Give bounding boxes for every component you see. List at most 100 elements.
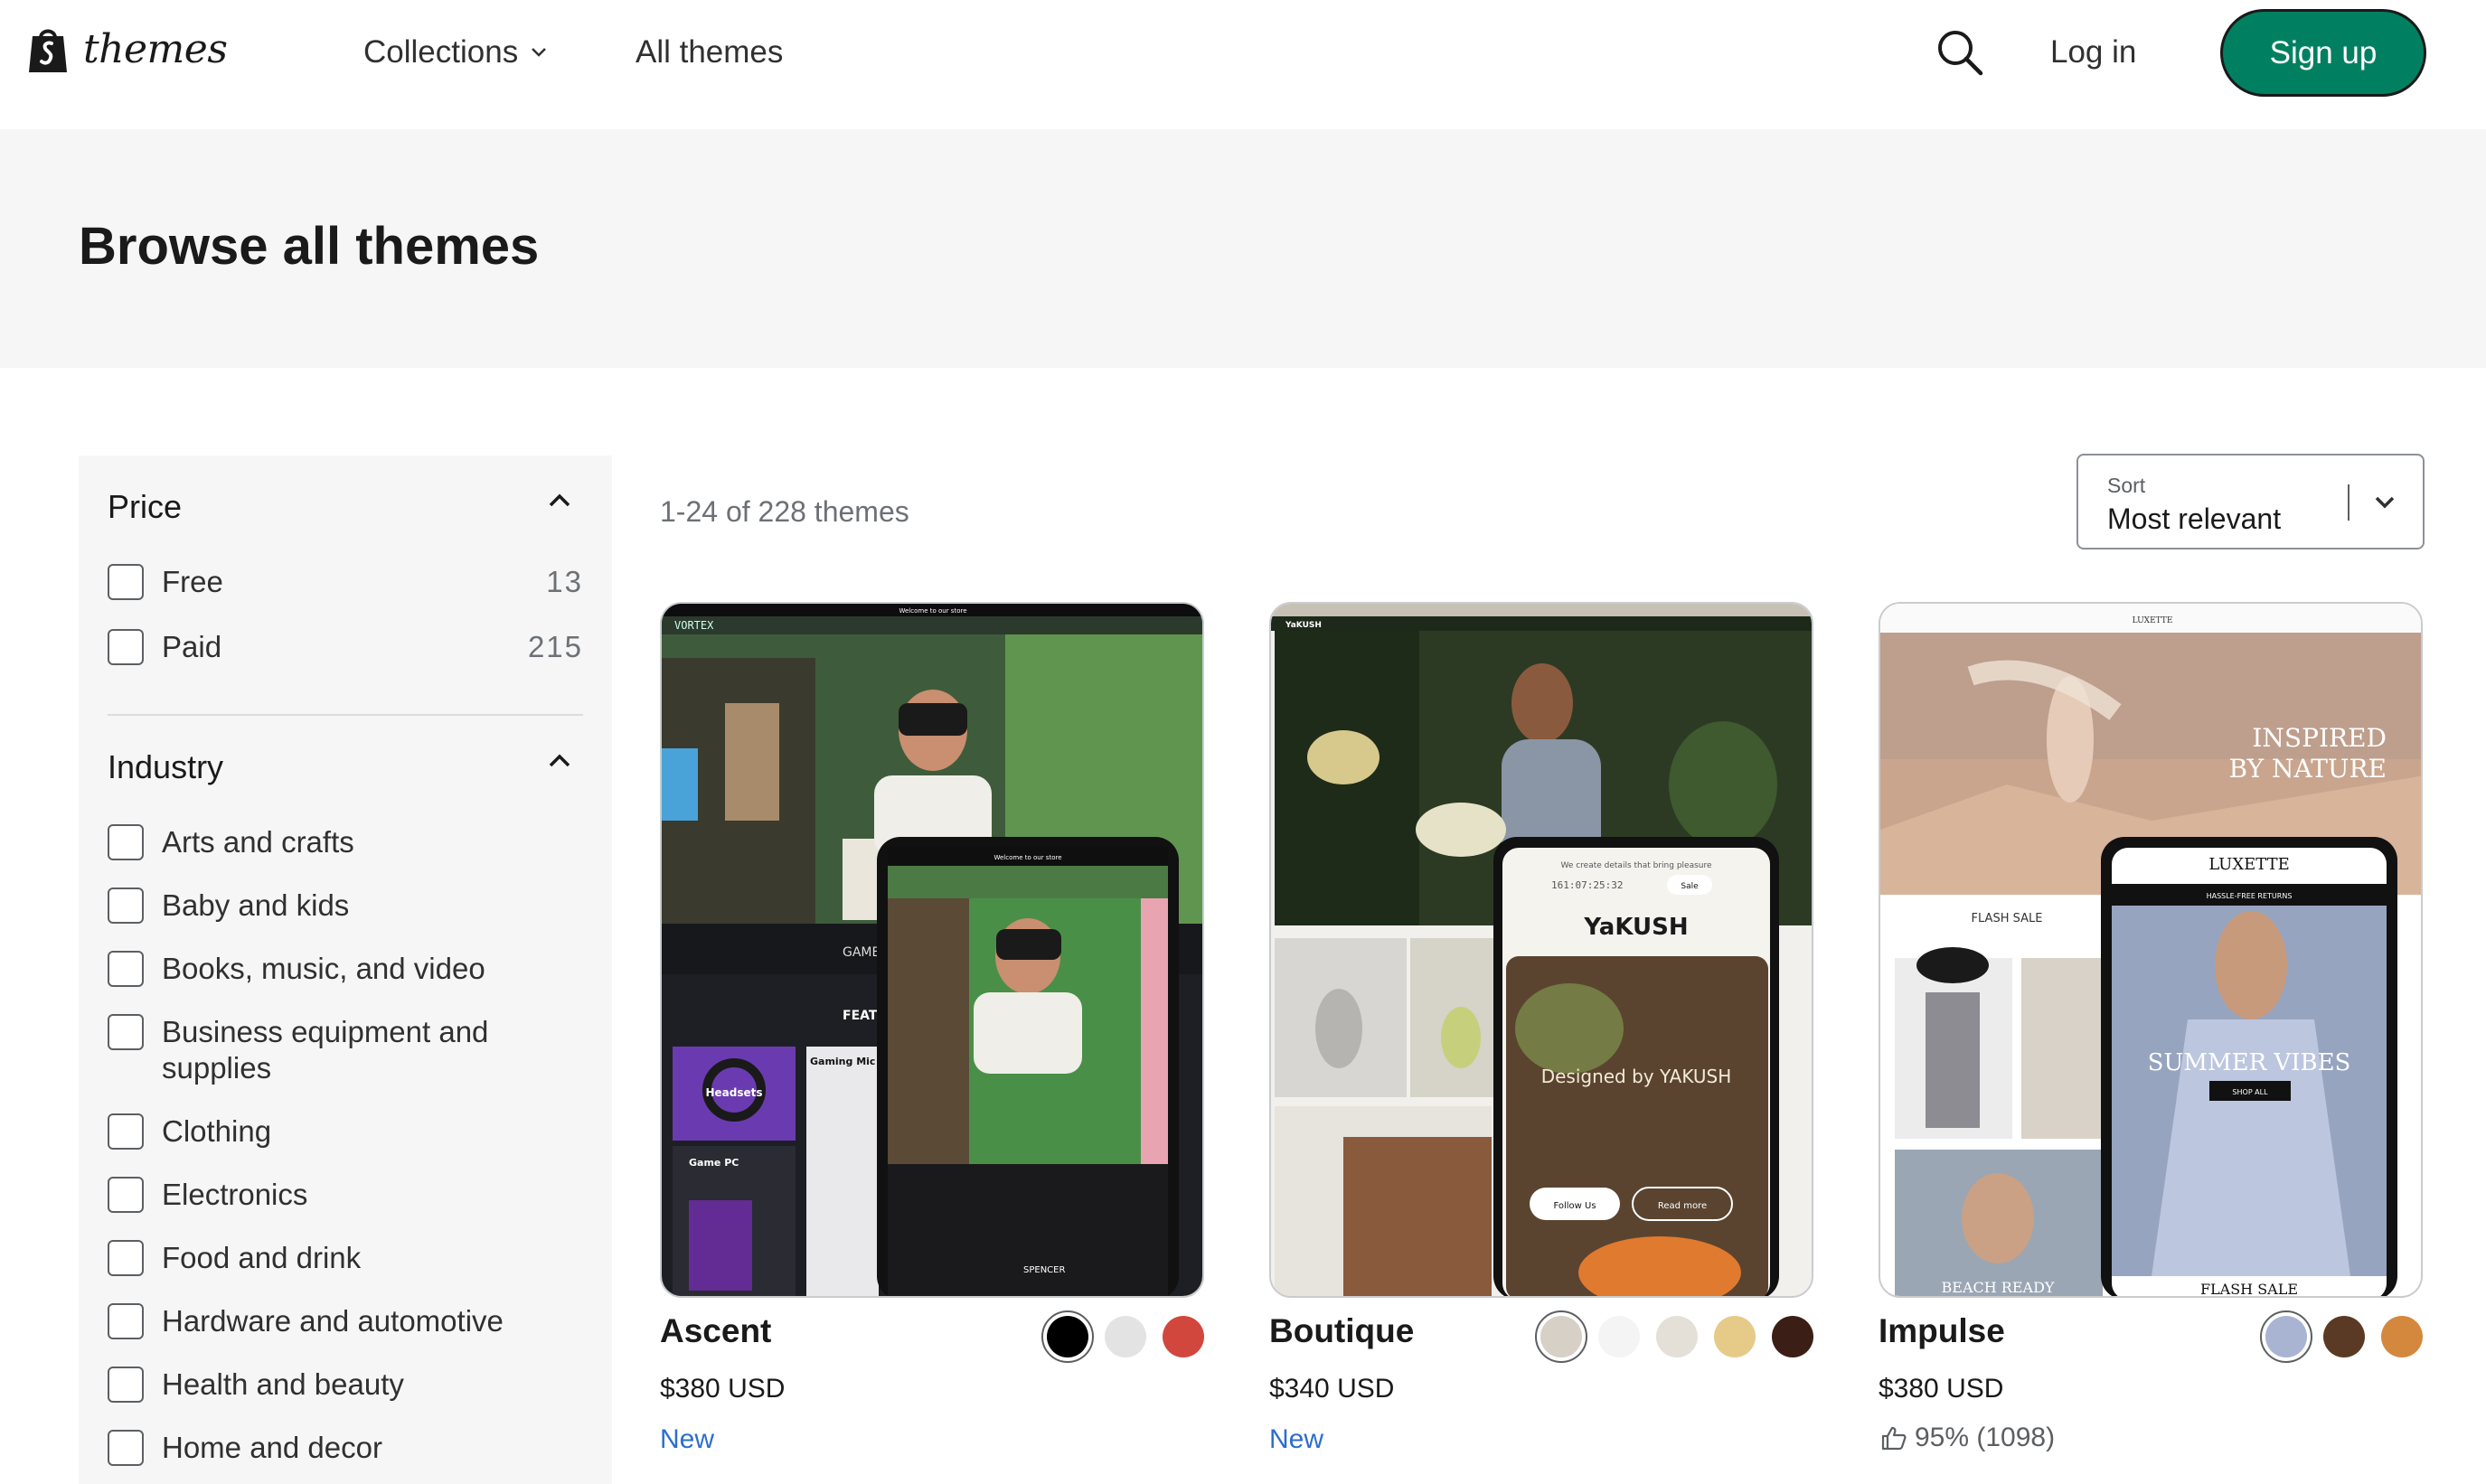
color-swatches bbox=[1041, 1310, 1204, 1363]
color-swatch[interactable] bbox=[2381, 1316, 2423, 1357]
chevron-up-icon[interactable] bbox=[548, 754, 571, 768]
preview-text: Read more bbox=[1658, 1201, 1707, 1211]
filter-option-clothing[interactable]: Clothing bbox=[108, 1113, 583, 1150]
filter-option-label: Food and drink bbox=[162, 1241, 362, 1274]
chevron-down-icon bbox=[2375, 496, 2395, 509]
color-swatch[interactable] bbox=[1772, 1316, 1813, 1357]
preview-text: Game PC bbox=[689, 1157, 739, 1169]
sort-select[interactable]: Sort Most relevant bbox=[2076, 454, 2425, 549]
filter-option-baby-and-kids[interactable]: Baby and kids bbox=[108, 888, 583, 924]
filter-option-label: Health and beauty bbox=[162, 1367, 404, 1401]
filter-option-label: Free bbox=[162, 565, 223, 598]
shopify-bag-icon bbox=[29, 29, 67, 72]
nav-all-themes-label: All themes bbox=[636, 34, 784, 70]
theme-rating: 95% (1098) bbox=[1880, 1423, 2055, 1453]
preview-text: HASSLE-FREE RETURNS bbox=[2207, 892, 2293, 900]
sort-separator bbox=[2348, 484, 2349, 521]
filter-option-paid[interactable]: Paid 215 bbox=[108, 629, 583, 665]
checkbox[interactable] bbox=[108, 1014, 144, 1050]
filter-option-arts-and-crafts[interactable]: Arts and crafts bbox=[108, 824, 583, 860]
filter-option-label: Electronics bbox=[162, 1178, 308, 1211]
preview-text: Headsets bbox=[705, 1086, 762, 1099]
theme-price: $380 USD bbox=[1879, 1374, 2004, 1404]
checkbox[interactable] bbox=[108, 1177, 144, 1213]
login-link[interactable]: Log in bbox=[2050, 34, 2136, 70]
checkbox[interactable] bbox=[108, 1367, 144, 1403]
theme-preview-image: YaKUSH We create details that bring plea… bbox=[1271, 604, 1812, 1296]
checkbox[interactable] bbox=[108, 1240, 144, 1276]
filter-option-books-music-video[interactable]: Books, music, and video bbox=[108, 951, 583, 987]
theme-preview[interactable]: LUXETTE INSPIRED BY NATURE FLASH SALE BE… bbox=[1879, 602, 2423, 1298]
search-icon[interactable] bbox=[1935, 27, 1985, 78]
filter-option-home-and-decor[interactable]: Home and decor bbox=[108, 1430, 583, 1466]
preview-text: FEAT bbox=[843, 1009, 878, 1023]
preview-text: Follow Us bbox=[1553, 1201, 1596, 1211]
filter-option-label: Books, music, and video bbox=[162, 952, 485, 985]
brand-name: themes bbox=[83, 25, 228, 72]
filter-option-hardware-and-automotive[interactable]: Hardware and automotive bbox=[108, 1303, 583, 1339]
color-swatch[interactable] bbox=[1105, 1316, 1146, 1357]
filter-option-health-and-beauty[interactable]: Health and beauty bbox=[108, 1367, 583, 1403]
color-swatch[interactable] bbox=[1041, 1310, 1094, 1363]
color-swatch[interactable] bbox=[1656, 1316, 1698, 1357]
checkbox[interactable] bbox=[108, 564, 144, 600]
filter-option-food-and-drink[interactable]: Food and drink bbox=[108, 1240, 583, 1276]
color-swatch[interactable] bbox=[1163, 1316, 1204, 1357]
color-swatch[interactable] bbox=[2323, 1316, 2365, 1357]
theme-preview-image: Welcome to our store VORTEX GAMERZ FEAT … bbox=[662, 604, 1202, 1296]
nav-collections[interactable]: Collections bbox=[363, 34, 547, 70]
new-badge: New bbox=[1269, 1424, 1324, 1454]
color-swatch[interactable] bbox=[1535, 1310, 1587, 1363]
theme-price: $380 USD bbox=[660, 1374, 786, 1404]
filter-sidebar: Price Free 13 Paid 215 Industry Arts and… bbox=[79, 456, 612, 1484]
color-swatches bbox=[1535, 1310, 1813, 1363]
preview-text: INSPIRED bbox=[2252, 723, 2387, 753]
sort-label: Sort bbox=[2107, 474, 2146, 497]
preview-text: Sale bbox=[1681, 882, 1699, 891]
theme-name[interactable]: Impulse bbox=[1879, 1312, 2005, 1350]
color-swatches bbox=[2260, 1310, 2423, 1363]
page-title: Browse all themes bbox=[79, 217, 540, 276]
checkbox[interactable] bbox=[108, 629, 144, 665]
filter-option-electronics[interactable]: Electronics bbox=[108, 1177, 583, 1213]
filter-option-business-equipment[interactable]: Business equipment and supplies bbox=[108, 1014, 583, 1086]
checkbox[interactable] bbox=[108, 1113, 144, 1150]
filter-option-label: Clothing bbox=[162, 1114, 272, 1148]
filter-option-free[interactable]: Free 13 bbox=[108, 564, 583, 600]
preview-text: FLASH SALE bbox=[2200, 1281, 2298, 1298]
rating-text: 95% (1098) bbox=[1915, 1423, 2056, 1452]
filter-option-count: 13 bbox=[546, 565, 583, 598]
filter-option-label: Paid bbox=[162, 630, 222, 663]
checkbox[interactable] bbox=[108, 1430, 144, 1466]
checkbox[interactable] bbox=[108, 824, 144, 860]
filter-industry-heading[interactable]: Industry bbox=[108, 748, 223, 786]
chevron-up-icon[interactable] bbox=[548, 493, 571, 508]
theme-preview[interactable]: Welcome to our store VORTEX GAMERZ FEAT … bbox=[660, 602, 1204, 1298]
sort-value: Most relevant bbox=[2107, 502, 2282, 535]
color-swatch[interactable] bbox=[1714, 1316, 1756, 1357]
filter-option-label: Home and decor bbox=[162, 1431, 382, 1464]
preview-text: YaKUSH bbox=[1583, 914, 1688, 941]
checkbox[interactable] bbox=[108, 888, 144, 924]
preview-text: SHOP ALL bbox=[2232, 1088, 2268, 1096]
filter-price-heading[interactable]: Price bbox=[108, 488, 182, 526]
theme-name[interactable]: Ascent bbox=[660, 1312, 771, 1350]
signup-label: Sign up bbox=[2269, 34, 2378, 70]
theme-name[interactable]: Boutique bbox=[1269, 1312, 1414, 1350]
preview-text: LUXETTE bbox=[2208, 855, 2290, 874]
themes-logo[interactable]: themes bbox=[27, 23, 228, 74]
preview-text: We create details that bring pleasure bbox=[1560, 861, 1712, 870]
svg-text:161:07:25:32: 161:07:25:32 bbox=[1551, 879, 1623, 891]
theme-preview[interactable]: YaKUSH We create details that bring plea… bbox=[1269, 602, 1813, 1298]
signup-button[interactable]: Sign up bbox=[2220, 9, 2426, 97]
checkbox[interactable] bbox=[108, 951, 144, 987]
color-swatch[interactable] bbox=[1598, 1316, 1640, 1357]
nav-all-themes[interactable]: All themes bbox=[636, 34, 783, 70]
color-swatch[interactable] bbox=[2260, 1310, 2312, 1363]
filter-option-count: 215 bbox=[527, 630, 583, 663]
filter-option-label: Baby and kids bbox=[162, 888, 350, 922]
checkbox[interactable] bbox=[108, 1303, 144, 1339]
preview-text: SUMMER VIBES bbox=[2148, 1049, 2351, 1076]
results-count: 1-24 of 228 themes bbox=[660, 495, 909, 528]
nav-collections-label: Collections bbox=[363, 34, 519, 70]
